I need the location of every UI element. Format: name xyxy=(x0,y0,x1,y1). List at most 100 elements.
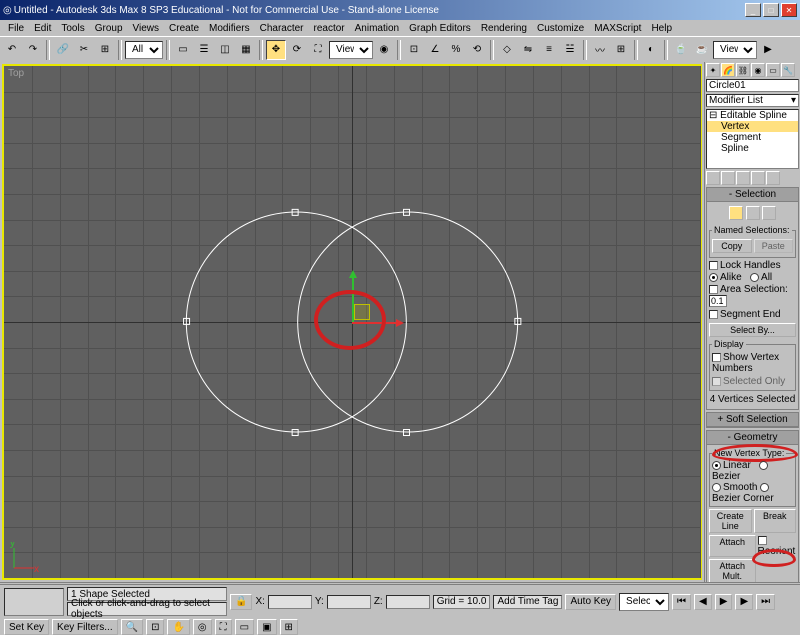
alike-radio[interactable] xyxy=(709,273,718,282)
tab-create[interactable]: ✦ xyxy=(706,63,720,77)
pin-stack-button[interactable] xyxy=(706,171,720,185)
area-selection-spinner[interactable]: 0.1 xyxy=(709,295,727,307)
layers-button[interactable]: ☱ xyxy=(560,40,580,60)
pivot-button[interactable]: ◉ xyxy=(374,40,394,60)
tab-display[interactable]: ▭ xyxy=(766,63,780,77)
stack-spline[interactable]: Spline xyxy=(707,143,798,154)
menu-rendering[interactable]: Rendering xyxy=(476,23,532,34)
render-preset[interactable]: View xyxy=(713,41,757,59)
stack-root[interactable]: ⊟ Editable Spline xyxy=(707,110,798,121)
nav-zoom-extents-button[interactable]: ⛶ xyxy=(215,619,232,635)
redo-button[interactable]: ↷ xyxy=(23,40,43,60)
maximize-button[interactable]: □ xyxy=(763,3,779,17)
menu-maxscript[interactable]: MAXScript xyxy=(589,23,646,34)
next-frame-button[interactable]: ▶ xyxy=(735,594,753,610)
percent-snap[interactable]: % xyxy=(446,40,466,60)
menu-help[interactable]: Help xyxy=(646,23,677,34)
z-field[interactable] xyxy=(386,595,430,609)
close-button[interactable]: ✕ xyxy=(781,3,797,17)
spinner-snap[interactable]: ⟲ xyxy=(467,40,487,60)
selection-filter[interactable]: All xyxy=(125,41,163,59)
menu-group[interactable]: Group xyxy=(90,23,128,34)
bezier-corner-radio[interactable] xyxy=(760,483,769,492)
render-last-button[interactable]: ▶ xyxy=(758,40,778,60)
stack-segment[interactable]: Segment xyxy=(707,132,798,143)
menu-character[interactable]: Character xyxy=(255,23,309,34)
menu-reactor[interactable]: reactor xyxy=(309,23,350,34)
viewport-top[interactable]: Top // drawn via CSS below by generating… xyxy=(2,64,702,580)
x-field[interactable] xyxy=(268,595,312,609)
remove-modifier-button[interactable] xyxy=(751,171,765,185)
play-button[interactable]: ▶ xyxy=(715,594,733,610)
configure-sets-button[interactable] xyxy=(766,171,780,185)
modifier-list-dropdown[interactable]: Modifier List▾ xyxy=(706,94,799,107)
segment-end-check[interactable]: Segment End xyxy=(709,308,796,321)
tab-utilities[interactable]: 🔧 xyxy=(781,63,795,77)
spline-level-button[interactable] xyxy=(762,206,776,220)
menu-tools[interactable]: Tools xyxy=(56,23,89,34)
modifier-stack[interactable]: ⊟ Editable Spline Vertex Segment Spline xyxy=(706,109,799,169)
segment-level-button[interactable] xyxy=(746,206,760,220)
nav-zoom-button[interactable]: 🔍 xyxy=(121,619,143,635)
show-end-result-button[interactable] xyxy=(721,171,735,185)
linear-radio[interactable] xyxy=(712,461,721,470)
bezier-radio[interactable] xyxy=(759,461,768,470)
key-mode-dropdown[interactable]: Selected xyxy=(619,593,669,611)
mini-listener[interactable] xyxy=(4,588,64,616)
nav-zoom-all-button[interactable]: ⊡ xyxy=(146,619,164,635)
angle-snap[interactable]: ∠ xyxy=(425,40,445,60)
goto-start-button[interactable]: ⏮ xyxy=(672,594,691,610)
curve-editor-button[interactable]: 〰 xyxy=(590,40,610,60)
bind-button[interactable]: ⊞ xyxy=(95,40,115,60)
paste-button[interactable]: Paste xyxy=(754,239,794,253)
stack-vertex[interactable]: Vertex xyxy=(707,121,798,132)
attach-mult-button[interactable]: Attach Mult. xyxy=(709,559,756,582)
quick-render-button[interactable]: ☕ xyxy=(692,40,712,60)
attach-button[interactable]: Attach xyxy=(709,535,756,557)
select-region-button[interactable]: ◫ xyxy=(215,40,235,60)
menu-animation[interactable]: Animation xyxy=(350,23,404,34)
menu-modifiers[interactable]: Modifiers xyxy=(204,23,255,34)
select-button[interactable]: ▭ xyxy=(173,40,193,60)
selected-only-check[interactable]: Selected Only xyxy=(712,375,793,388)
move-button[interactable]: ✥ xyxy=(266,40,286,60)
show-vertex-numbers-check[interactable]: Show Vertex Numbers xyxy=(712,351,793,375)
menu-file[interactable]: File xyxy=(3,23,29,34)
minimize-button[interactable]: _ xyxy=(745,3,761,17)
nav-max-toggle-button[interactable]: ⊞ xyxy=(280,619,298,635)
unlink-button[interactable]: ✂ xyxy=(74,40,94,60)
auto-key-button[interactable]: Auto Key xyxy=(565,594,616,610)
copy-button[interactable]: Copy xyxy=(712,239,752,253)
lock-selection-button[interactable]: 🔒 xyxy=(230,594,252,610)
prev-frame-button[interactable]: ◀ xyxy=(694,594,712,610)
area-selection-check[interactable]: Area Selection: 0.1 xyxy=(709,283,796,308)
render-scene-button[interactable]: 🍵 xyxy=(671,40,691,60)
mirror-button[interactable]: ⇋ xyxy=(518,40,538,60)
nav-pan-button[interactable]: ✋ xyxy=(167,619,189,635)
snap-toggle[interactable]: ⊡ xyxy=(404,40,424,60)
select-name-button[interactable]: ☰ xyxy=(194,40,214,60)
set-key-button[interactable]: Set Key xyxy=(4,619,49,635)
break-button[interactable]: Break xyxy=(754,509,797,533)
ref-coord-system[interactable]: View xyxy=(329,41,373,59)
tab-motion[interactable]: ◉ xyxy=(751,63,765,77)
nav-region-zoom-button[interactable]: ▭ xyxy=(235,619,254,635)
create-line-button[interactable]: Create Line xyxy=(709,509,752,533)
nav-fov-button[interactable]: ▣ xyxy=(257,619,276,635)
goto-end-button[interactable]: ⏭ xyxy=(756,594,775,610)
tab-modify[interactable]: 🌈 xyxy=(721,63,735,77)
reorient-check[interactable] xyxy=(758,536,767,545)
schematic-view-button[interactable]: ⊞ xyxy=(611,40,631,60)
select-by-button[interactable]: Select By... xyxy=(709,323,796,337)
all-radio[interactable] xyxy=(750,273,759,282)
undo-button[interactable]: ↶ xyxy=(2,40,22,60)
menu-create[interactable]: Create xyxy=(164,23,204,34)
rollout-geometry-header[interactable]: - Geometry xyxy=(707,431,798,445)
link-button[interactable]: 🔗 xyxy=(53,40,73,60)
y-field[interactable] xyxy=(327,595,371,609)
vertex-level-button[interactable] xyxy=(729,206,743,220)
smooth-radio[interactable] xyxy=(712,483,721,492)
scale-button[interactable]: ⛶ xyxy=(308,40,328,60)
key-filters-button[interactable]: Key Filters... xyxy=(52,619,118,635)
rotate-button[interactable]: ⟳ xyxy=(287,40,307,60)
